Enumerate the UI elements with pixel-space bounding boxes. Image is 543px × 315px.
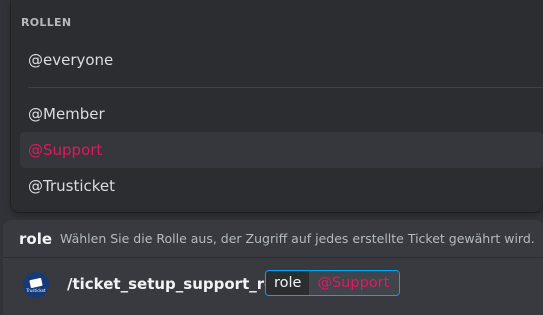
popup-header: ROLLEN bbox=[21, 16, 72, 29]
role-option-everyone[interactable]: @everyone bbox=[20, 42, 543, 78]
trusticket-app-icon: Trusticket bbox=[23, 272, 49, 298]
role-option-label: @everyone bbox=[28, 51, 114, 69]
role-option-label: @Trusticket bbox=[28, 177, 116, 195]
command-row: Trusticket /ticket_setup_support_role ro… bbox=[3, 266, 543, 306]
role-autocomplete-popup: ROLLEN @everyone @Member @Support @Trust… bbox=[11, 0, 543, 212]
parameter-label: role bbox=[266, 271, 310, 295]
option-description: Wählen Sie die Rolle aus, der Zugriff au… bbox=[60, 231, 535, 246]
role-option-member[interactable]: @Member bbox=[20, 96, 543, 132]
discord-window: ROLLEN @everyone @Member @Support @Trust… bbox=[0, 0, 543, 315]
role-parameter-pill[interactable]: role @Support bbox=[265, 270, 401, 296]
option-name: role bbox=[19, 229, 53, 248]
option-hint: role Wählen Sie die Rolle aus, der Zugri… bbox=[3, 220, 543, 258]
command-name: /ticket_setup_support_role bbox=[67, 275, 290, 293]
role-option-trusticket[interactable]: @Trusticket bbox=[20, 168, 543, 204]
slash-command-input[interactable]: role Wählen Sie die Rolle aus, der Zugri… bbox=[3, 220, 543, 315]
app-icon-text: Trusticket bbox=[26, 288, 46, 293]
divider bbox=[28, 87, 543, 88]
role-option-label: @Support bbox=[28, 141, 103, 159]
role-option-support[interactable]: @Support bbox=[20, 132, 543, 168]
parameter-value[interactable]: @Support bbox=[309, 271, 400, 295]
role-option-label: @Member bbox=[28, 105, 105, 123]
ticket-icon bbox=[29, 277, 43, 289]
